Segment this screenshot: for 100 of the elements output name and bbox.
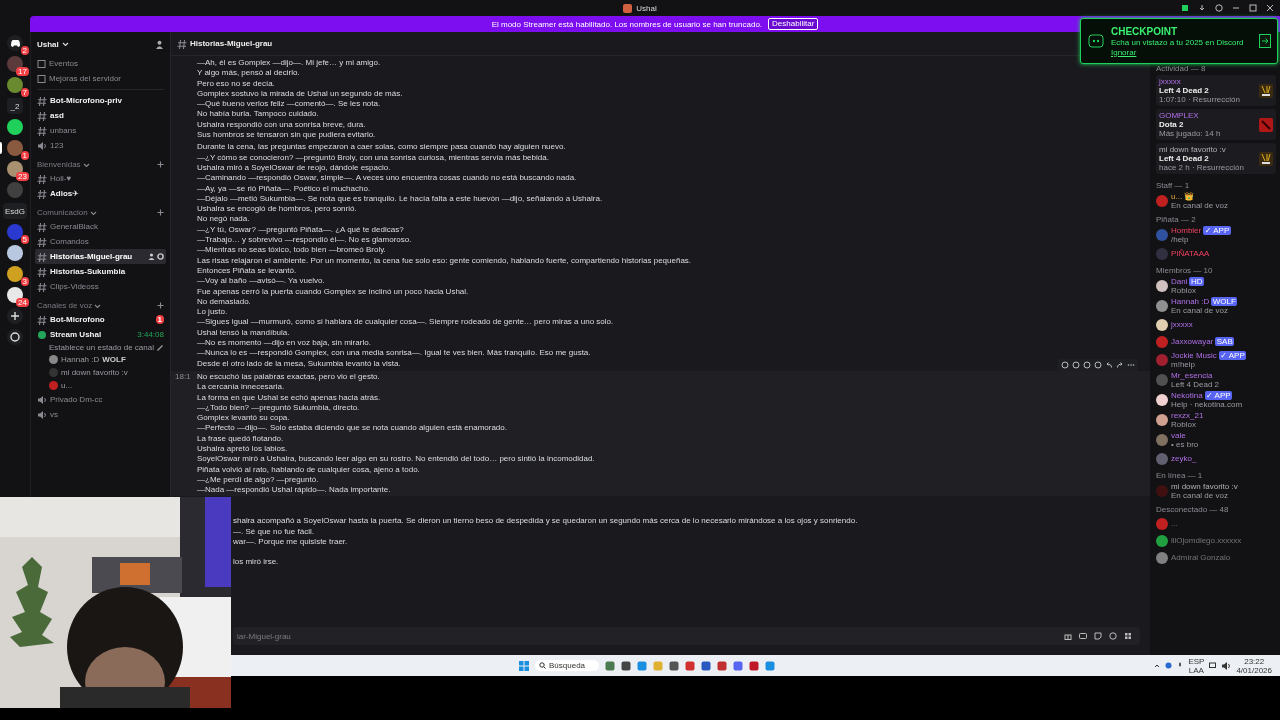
display-icon[interactable] (1209, 662, 1217, 669)
activity-card[interactable]: mi down favorito :v Left 4 Dead 2 hace 2 h · Resurrección (1156, 143, 1276, 174)
apps-icon[interactable] (1124, 632, 1132, 640)
forward-icon[interactable] (1116, 360, 1124, 369)
channel-status[interactable]: Establece un estado de canal (49, 343, 154, 352)
channel-item[interactable]: Clips-Videoss (35, 279, 166, 294)
app-icon[interactable] (765, 660, 776, 671)
video-icon[interactable] (749, 660, 760, 671)
message-line: —¿Me perdí de algo? —preguntó. (197, 474, 319, 486)
sticker-icon[interactable] (1094, 632, 1102, 640)
server-icon[interactable] (7, 245, 23, 261)
inbox-icon[interactable] (1181, 4, 1189, 12)
file-icon[interactable] (621, 660, 632, 671)
channel-item[interactable]: Bot-Microfono 1 (35, 312, 166, 327)
member-item[interactable]: Mr_esencia Left 4 Dead 2 (1156, 370, 1276, 390)
channel-item[interactable]: Holi-♥ (35, 171, 166, 186)
member-item[interactable]: lilOjomdiego.xxxxxx (1156, 532, 1276, 549)
channel-item[interactable]: Historias-Sukumbia (35, 264, 166, 279)
activity-card[interactable]: GOMPLEX Dota 2 Más jugado: 14 h (1156, 109, 1276, 140)
member-item[interactable]: Admiral Gonzalo (1156, 549, 1276, 566)
emoji-icon[interactable] (1109, 632, 1117, 640)
emoji-icon[interactable] (1094, 360, 1102, 369)
gift-icon[interactable] (1064, 632, 1072, 640)
category-label[interactable]: Canales de voz (37, 301, 93, 310)
hash-icon (177, 38, 187, 49)
channel-item[interactable]: Stream Ushal 3:44:08 (35, 327, 166, 342)
start-icon[interactable] (519, 660, 529, 671)
member-item[interactable]: jxxxxx (1156, 316, 1276, 333)
voice-user-name[interactable]: u... (61, 381, 73, 390)
server-name[interactable]: Ushal (37, 39, 59, 49)
server-icon[interactable] (7, 119, 23, 135)
voice-user-name[interactable]: Hannah :D (61, 355, 100, 364)
reply-icon[interactable] (1105, 360, 1113, 369)
member-item[interactable]: Nekotina ✓ APP Help · nekotina.com (1156, 390, 1276, 410)
add-member-icon[interactable] (155, 39, 164, 49)
compass-icon[interactable] (7, 329, 23, 345)
category-label[interactable]: Bienvenidas (37, 160, 81, 169)
server-icon[interactable] (7, 35, 23, 51)
channel-item[interactable]: Privado Dm-cc (35, 392, 166, 407)
settings-icon[interactable] (157, 253, 164, 260)
server-icon[interactable]: EsdG (3, 203, 27, 219)
maximize-icon[interactable] (1249, 4, 1257, 12)
browser-icon[interactable] (637, 660, 648, 671)
channel-item[interactable]: Historias-Miguel-grau (35, 249, 166, 264)
channel-item[interactable]: Comandos (35, 234, 166, 249)
download-icon[interactable] (1198, 4, 1206, 12)
message-input[interactable]: iar-Miguel-grau (233, 627, 1140, 645)
plus-icon[interactable] (157, 161, 164, 168)
message-line: —¿Y tú, Oswar? —preguntó Piñata—. ¿A qué te dedicas? (197, 224, 404, 236)
member-item[interactable]: vale • es bro (1156, 430, 1276, 450)
member-item[interactable]: Hannah :D WOLF En canal de voz (1156, 296, 1276, 316)
app-icon[interactable] (717, 660, 728, 671)
chat-app-icon[interactable] (733, 660, 744, 671)
add-member-icon[interactable] (148, 253, 155, 260)
channel-item[interactable]: Adios✈ (35, 186, 166, 201)
arrow-right-icon[interactable] (1259, 34, 1271, 48)
dismiss-link[interactable]: Ignorar (1111, 47, 1137, 57)
plus-icon[interactable] (157, 302, 164, 309)
widgets-icon[interactable] (605, 660, 616, 671)
gif-icon[interactable] (1079, 632, 1087, 640)
server-icon[interactable]: _2 (7, 98, 23, 114)
member-item[interactable]: rexzx_21 Roblox (1156, 410, 1276, 430)
member-item[interactable]: Jockie Music ✓ APP m!help (1156, 350, 1276, 370)
channel-item[interactable]: vs (35, 407, 166, 422)
channel-item[interactable]: asd (35, 108, 166, 123)
sidebar-item[interactable]: Mejoras del servidor (35, 71, 166, 86)
voice-user-name[interactable]: mi down favorito :v (61, 368, 128, 377)
member-item[interactable]: PIÑATAAA (1156, 245, 1276, 262)
clock[interactable]: 23:22 4/01/2026 (1236, 656, 1272, 675)
member-item[interactable]: Hombler ✓ APP /help (1156, 225, 1276, 245)
member-item[interactable]: zeyko_ (1156, 450, 1276, 467)
close-icon[interactable] (1266, 4, 1274, 12)
chevron-up-icon[interactable] (1154, 662, 1161, 669)
channel-item[interactable]: 123 (35, 138, 166, 153)
sidebar-item[interactable]: Eventos (35, 56, 166, 71)
help-icon[interactable] (1215, 4, 1223, 12)
member-item[interactable]: ... (1156, 515, 1276, 532)
category-label[interactable]: Comunicacion (37, 208, 88, 217)
member-item[interactable]: Dani HD Roblox (1156, 276, 1276, 296)
volume-icon[interactable] (1221, 660, 1232, 671)
channel-item[interactable]: GeneralBlack (35, 219, 166, 234)
store-icon[interactable] (701, 660, 712, 671)
plus-icon[interactable] (157, 209, 164, 216)
server-icon[interactable] (7, 266, 23, 282)
shield-icon[interactable] (685, 660, 696, 671)
app-icon[interactable] (669, 660, 680, 671)
member-item[interactable]: mi down favorito :v En canal de voz (1156, 481, 1276, 501)
network-icon[interactable] (1165, 662, 1173, 669)
search-field[interactable]: Búsqueda (535, 660, 600, 671)
add-server-icon[interactable] (7, 308, 23, 324)
member-item[interactable]: u... 👑 En canal de voz (1156, 191, 1276, 211)
language-indicator[interactable]: ESP LAA (1188, 656, 1205, 675)
activity-card[interactable]: jxxxxx Left 4 Dead 2 1:07:10 · Resurrección (1156, 75, 1276, 106)
disable-button[interactable]: Deshabilitar (768, 18, 819, 30)
channel-item[interactable]: unbans (35, 123, 166, 138)
minimize-icon[interactable] (1232, 4, 1240, 12)
member-item[interactable]: Jaxxowayar SAB (1156, 333, 1276, 350)
channel-item[interactable]: Bot-Microfono-priv (35, 93, 166, 108)
reaction-icon[interactable] (1061, 360, 1069, 369)
message-line: —. Sé que no fue fácil. (233, 526, 314, 538)
